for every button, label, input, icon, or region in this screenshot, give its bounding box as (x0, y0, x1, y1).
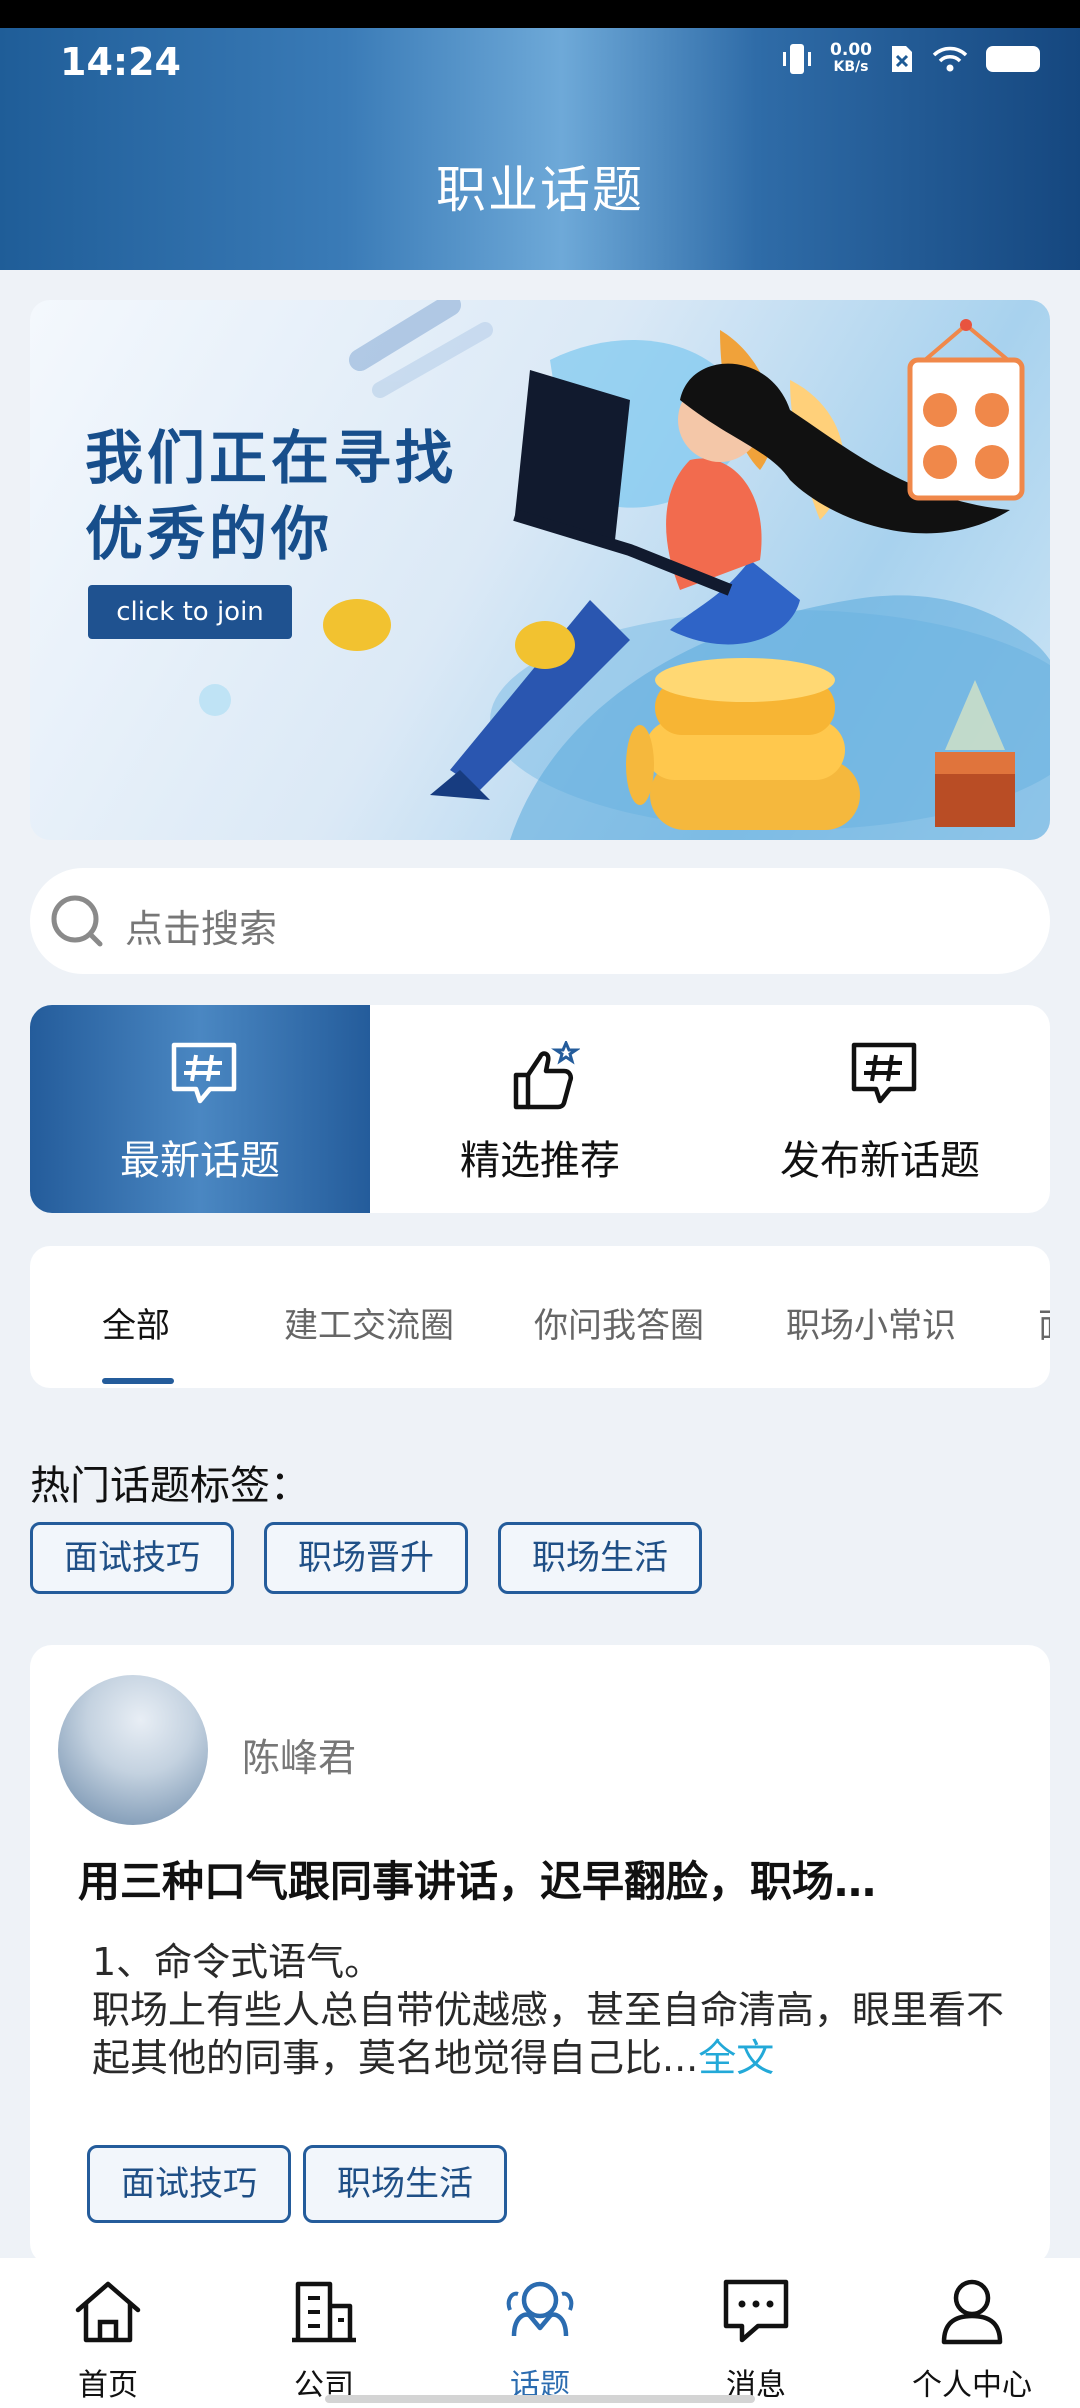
hot-tag-promotion[interactable]: 职场晋升 (264, 1522, 468, 1594)
home-icon (75, 2281, 141, 2343)
status-icons: 0.00 KB/s (782, 42, 1040, 76)
nav-home[interactable]: 首页 (0, 2258, 216, 2408)
featured-button[interactable]: 精选推荐 (370, 1005, 710, 1213)
tab-workplace-tips[interactable]: 职场小常识 (786, 1298, 956, 1347)
app-header: 14:24 0.00 KB/s 职业话题 (0, 0, 1080, 270)
quick-actions: 最新话题 精选推荐 发布新话题 (30, 1005, 1050, 1213)
category-tabs: 全部 建工交流圈 你问我答圈 职场小常识 面 (30, 1246, 1050, 1388)
status-time: 14:24 (60, 40, 181, 84)
banner-headline: 我们正在寻找 优秀的你 (85, 424, 458, 568)
tab-construction-circle[interactable]: 建工交流圈 (284, 1298, 454, 1347)
recruit-banner[interactable]: 我们正在寻找 优秀的你 click to join (30, 300, 1050, 840)
publish-topic-button[interactable]: 发布新话题 (710, 1005, 1050, 1213)
join-button[interactable]: click to join (88, 585, 292, 639)
read-more-link[interactable]: 全文 (698, 2036, 774, 2080)
hash-chat-icon (851, 1042, 917, 1104)
post-author[interactable]: 陈峰君 (242, 1727, 356, 1782)
building-icon (292, 2281, 356, 2343)
post-excerpt: 1、命令式语气。 职场上有些人总自带优越感，甚至自命清高，眼里看不起其他的同事，… (92, 1940, 1005, 2080)
hot-tags-heading: 热门话题标签： (30, 1463, 310, 1509)
vibrate-icon (783, 44, 812, 74)
search-bar[interactable]: 点击搜索 (30, 868, 1050, 974)
wifi-icon (932, 46, 968, 72)
page-title: 职业话题 (436, 161, 644, 219)
tab-qa-circle[interactable]: 你问我答圈 (534, 1298, 704, 1347)
bottom-navigation: 首页 公司 话题 消息 个人中心 (0, 2258, 1080, 2408)
no-sim-icon (892, 46, 912, 72)
home-indicator[interactable] (325, 2395, 755, 2403)
post-title[interactable]: 用三种口气跟同事讲话，迟早翻脸，职场… (78, 1848, 1028, 1909)
thumbs-up-icon (513, 1041, 580, 1110)
nav-profile[interactable]: 个人中心 (864, 2258, 1080, 2408)
user-icon (941, 2279, 1003, 2345)
message-icon (723, 2279, 789, 2343)
nav-topics[interactable]: 话题 (432, 2258, 648, 2408)
search-icon (51, 895, 103, 947)
nav-company[interactable]: 公司 (216, 2258, 432, 2408)
hot-tag-interview[interactable]: 面试技巧 (30, 1522, 234, 1594)
network-speed: 0.00 KB/s (830, 40, 872, 76)
latest-topics-button[interactable]: 最新话题 (30, 1005, 370, 1213)
active-tab-indicator (102, 1378, 174, 1384)
tab-interview[interactable]: 面 (1038, 1298, 1050, 1347)
post-tag-interview[interactable]: 面试技巧 (87, 2145, 291, 2223)
nav-messages[interactable]: 消息 (648, 2258, 864, 2408)
hash-chat-icon (171, 1042, 237, 1104)
battery-icon (986, 46, 1040, 72)
avatar[interactable] (58, 1675, 208, 1825)
status-bar-strip (0, 0, 1080, 28)
tab-all[interactable]: 全部 (102, 1298, 170, 1347)
post-tag-life[interactable]: 职场生活 (303, 2145, 507, 2223)
hot-tag-life[interactable]: 职场生活 (498, 1522, 702, 1594)
search-input[interactable]: 点击搜索 (125, 898, 277, 953)
topic-icon (506, 2281, 574, 2337)
